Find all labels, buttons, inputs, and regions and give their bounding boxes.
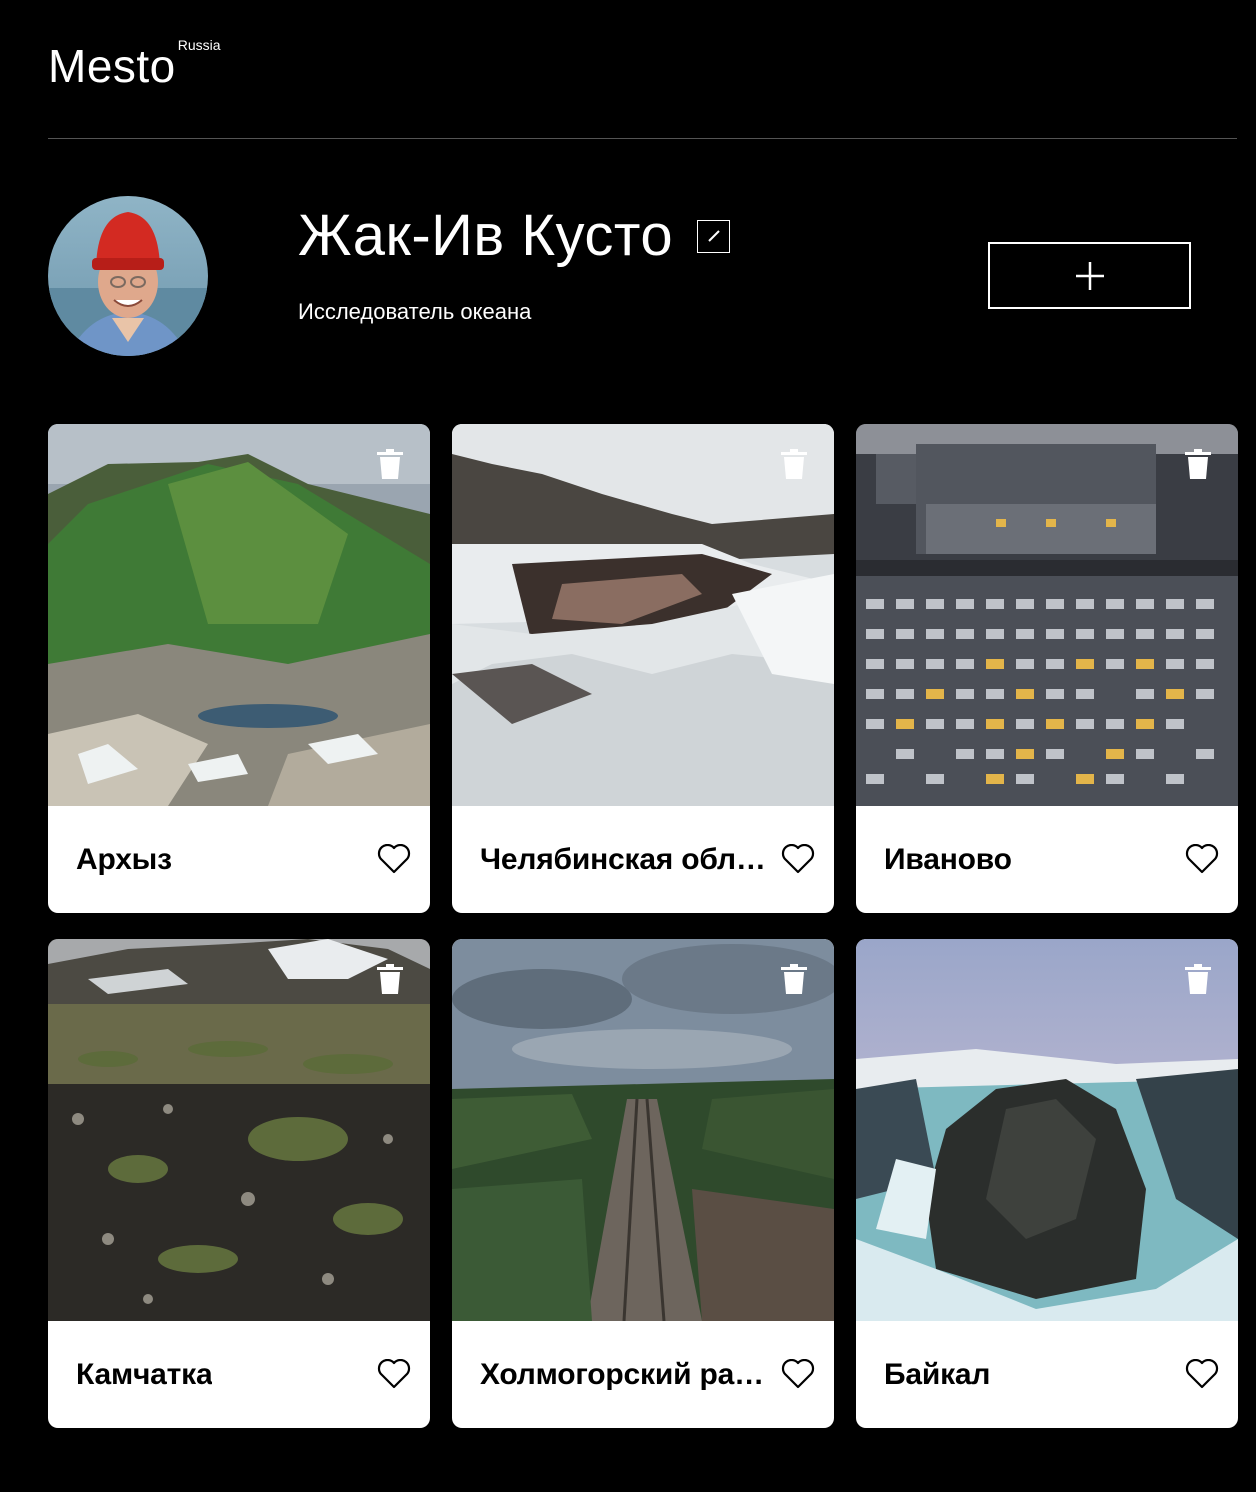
card-title: Холмогорский район [480, 1357, 775, 1391]
logo-region: Russia [177, 37, 221, 53]
card: Байкал [856, 939, 1238, 1428]
card-footer: Архыз [48, 806, 430, 913]
heart-icon[interactable] [781, 843, 815, 874]
logo[interactable]: Mesto Russia [48, 37, 221, 92]
card-title: Байкал [884, 1357, 991, 1391]
card-footer: Иваново [856, 806, 1238, 913]
avatar-photo [48, 196, 208, 356]
card-footer: Байкал [856, 1321, 1238, 1428]
heart-icon[interactable] [377, 843, 411, 874]
profile-name: Жак-Ив Кусто [298, 203, 674, 268]
card: Архыз [48, 424, 430, 913]
trash-icon[interactable] [781, 964, 807, 994]
trash-icon[interactable] [377, 964, 403, 994]
logo-text: Mesto [48, 40, 176, 92]
profile-info: Жак-Ив Кусто Исследователь океана [298, 203, 731, 326]
card-image[interactable] [856, 939, 1238, 1321]
trash-icon[interactable] [1185, 449, 1211, 479]
trash-icon[interactable] [1185, 964, 1211, 994]
profile-about: Исследователь океана [298, 299, 532, 324]
heart-icon[interactable] [1185, 843, 1219, 874]
add-card-button[interactable] [988, 242, 1191, 309]
plus-icon [1075, 261, 1104, 290]
avatar[interactable] [48, 196, 208, 356]
card: Иваново [856, 424, 1238, 913]
heart-icon[interactable] [377, 1358, 411, 1389]
card-title: Челябинская область [480, 842, 775, 876]
card-image[interactable] [452, 424, 834, 806]
card-title: Камчатка [76, 1357, 213, 1391]
card-image[interactable] [48, 939, 430, 1321]
heart-icon[interactable] [781, 1358, 815, 1389]
heart-icon[interactable] [1185, 1358, 1219, 1389]
card: Камчатка [48, 939, 430, 1428]
card-image[interactable] [48, 424, 430, 806]
edit-profile-button[interactable] [697, 219, 731, 253]
card-grid: Архыз Челябинская область Иваново Камчат… [48, 424, 1238, 1428]
trash-icon[interactable] [781, 449, 807, 479]
card: Челябинская область [452, 424, 834, 913]
card-image[interactable] [452, 939, 834, 1321]
page-header: Mesto Russia [48, 30, 1237, 139]
pencil-icon [707, 230, 720, 242]
card-title: Архыз [76, 842, 172, 876]
trash-icon[interactable] [377, 449, 403, 479]
card-footer: Холмогорский район [452, 1321, 834, 1428]
profile-name-row: Жак-Ив Кусто [298, 203, 731, 268]
card-image[interactable] [856, 424, 1238, 806]
card-footer: Челябинская область [452, 806, 834, 913]
card-title: Иваново [884, 842, 1012, 876]
card-footer: Камчатка [48, 1321, 430, 1428]
card: Холмогорский район [452, 939, 834, 1428]
profile: Жак-Ив Кусто Исследователь океана [48, 196, 1237, 356]
